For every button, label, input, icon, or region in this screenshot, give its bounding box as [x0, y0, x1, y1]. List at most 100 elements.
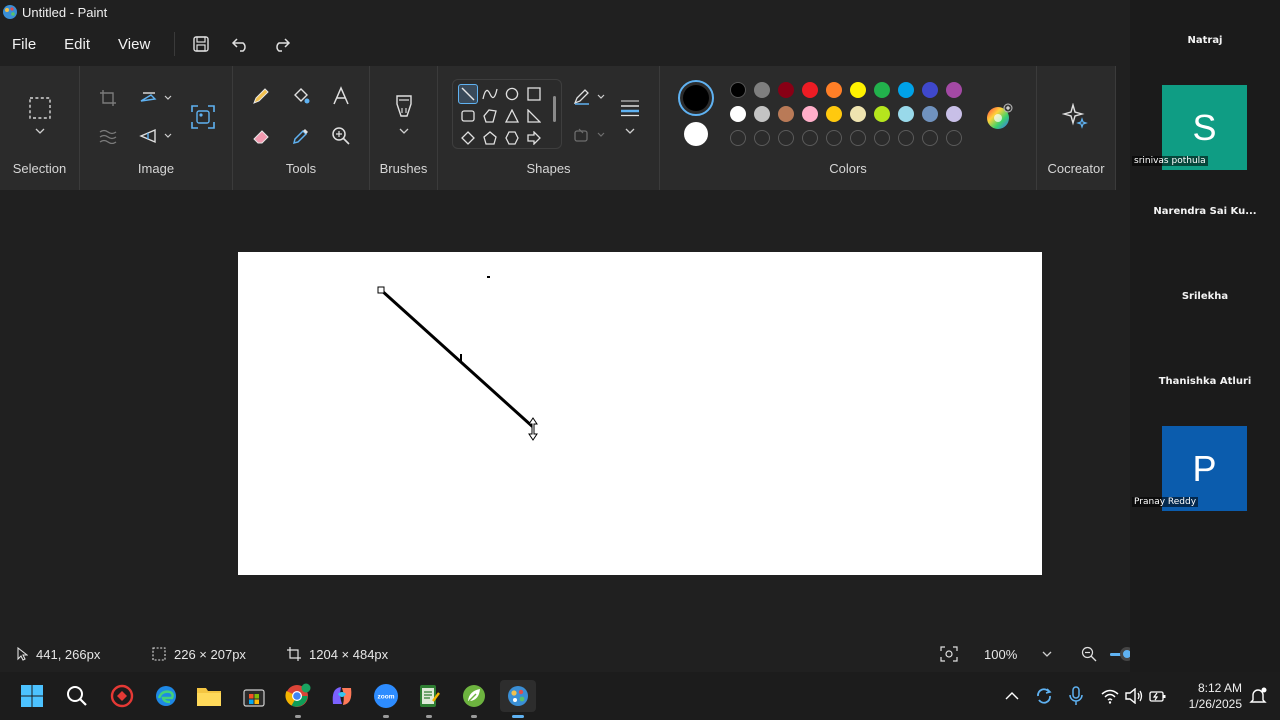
cocreator-button[interactable] — [1061, 102, 1089, 130]
brush-button[interactable] — [392, 92, 416, 122]
select-button[interactable] — [26, 94, 54, 122]
pencil-button[interactable] — [249, 84, 273, 108]
custom-color-slot[interactable] — [730, 130, 746, 146]
taskbar-app-red[interactable] — [106, 680, 138, 712]
hexagon-shape-button[interactable] — [502, 128, 522, 148]
participants-panel: Natraj S srinivas pothula Narendra Sai K… — [1130, 0, 1280, 672]
palette-swatch[interactable] — [826, 82, 842, 98]
custom-color-slot[interactable] — [922, 130, 938, 146]
palette-swatch[interactable] — [826, 106, 842, 122]
canvas-size-icon — [287, 647, 301, 661]
custom-color-slot[interactable] — [946, 130, 962, 146]
color-picker-button[interactable] — [289, 124, 313, 148]
taskbar-copilot[interactable] — [326, 680, 358, 712]
remove-background-button[interactable] — [96, 124, 120, 148]
palette-swatch[interactable] — [874, 106, 890, 122]
brush-icon — [396, 95, 412, 117]
magnifier-button[interactable] — [329, 124, 353, 148]
zoom-out-button[interactable] — [1081, 636, 1097, 672]
size-button[interactable] — [618, 96, 642, 120]
taskbar-notepad[interactable] — [413, 680, 445, 712]
palette-swatch[interactable] — [730, 106, 746, 122]
rounded-rectangle-shape-button[interactable] — [458, 106, 478, 126]
palette-swatch[interactable] — [898, 106, 914, 122]
search-button[interactable] — [61, 680, 93, 712]
show-hidden-icons-button[interactable] — [998, 680, 1026, 712]
menu-edit[interactable]: Edit — [50, 28, 104, 60]
microphone-tray-button[interactable] — [1062, 680, 1090, 712]
image-creator-button[interactable] — [188, 102, 218, 132]
menu-file[interactable]: File — [0, 28, 50, 60]
custom-color-slot[interactable] — [778, 130, 794, 146]
fill-style-button[interactable] — [572, 124, 608, 146]
secondary-color-button[interactable] — [682, 120, 710, 148]
polygon-shape-button[interactable] — [480, 106, 500, 126]
taskbar-chrome[interactable] — [282, 680, 314, 712]
chevron-down-icon[interactable] — [624, 126, 636, 136]
custom-color-slot[interactable] — [898, 130, 914, 146]
custom-color-slot[interactable] — [826, 130, 842, 146]
palette-swatch[interactable] — [754, 106, 770, 122]
triangle-shape-button[interactable] — [502, 106, 522, 126]
palette-swatch[interactable] — [874, 82, 890, 98]
curve-shape-button[interactable] — [480, 84, 500, 104]
start-button[interactable] — [16, 680, 48, 712]
palette-swatch[interactable] — [730, 82, 746, 98]
undo-button[interactable] — [221, 28, 261, 60]
palette-swatch[interactable] — [802, 106, 818, 122]
palette-swatch[interactable] — [802, 82, 818, 98]
drawn-line[interactable] — [379, 288, 535, 429]
custom-color-slot[interactable] — [754, 130, 770, 146]
work-area[interactable] — [0, 190, 1130, 636]
line-start-handle[interactable] — [377, 286, 385, 294]
custom-color-slot[interactable] — [874, 130, 890, 146]
taskbar-store[interactable] — [238, 680, 270, 712]
chevron-down-icon[interactable] — [34, 126, 46, 136]
outline-button[interactable] — [572, 86, 608, 108]
palette-swatch[interactable] — [898, 82, 914, 98]
custom-color-slot[interactable] — [802, 130, 818, 146]
text-button[interactable] — [329, 84, 353, 108]
drawing-canvas[interactable] — [238, 252, 1042, 575]
fill-button[interactable] — [289, 84, 313, 108]
taskbar-edge[interactable] — [150, 680, 182, 712]
pentagon-shape-button[interactable] — [480, 128, 500, 148]
palette-swatch[interactable] — [946, 106, 962, 122]
shapes-scrollbar[interactable] — [553, 96, 556, 122]
palette-swatch[interactable] — [850, 82, 866, 98]
arrow-shape-button[interactable] — [524, 128, 544, 148]
palette-swatch[interactable] — [754, 82, 770, 98]
save-button[interactable] — [181, 28, 221, 60]
clock[interactable]: 8:12 AM 1/26/2025 — [1178, 680, 1242, 712]
taskbar-file-explorer[interactable] — [193, 680, 225, 712]
zoom-select[interactable]: 100% — [972, 641, 1062, 667]
crop-button[interactable] — [96, 86, 120, 110]
chevron-down-icon[interactable] — [398, 126, 410, 136]
palette-swatch[interactable] — [778, 82, 794, 98]
eraser-button[interactable] — [249, 124, 273, 148]
quick-settings-button[interactable] — [1094, 680, 1174, 712]
palette-swatch[interactable] — [946, 82, 962, 98]
right-triangle-shape-button[interactable] — [524, 106, 544, 126]
notifications-button[interactable] — [1244, 680, 1272, 712]
taskbar-spring-app[interactable] — [458, 680, 490, 712]
palette-swatch[interactable] — [778, 106, 794, 122]
custom-color-slot[interactable] — [850, 130, 866, 146]
palette-swatch[interactable] — [850, 106, 866, 122]
rectangle-shape-button[interactable] — [524, 84, 544, 104]
menu-view[interactable]: View — [104, 28, 164, 60]
line-shape-button[interactable] — [458, 84, 478, 104]
rotate-button[interactable] — [136, 124, 176, 148]
taskbar-zoom[interactable]: zoom — [370, 680, 402, 712]
palette-swatch[interactable] — [922, 106, 938, 122]
redo-button[interactable] — [261, 28, 301, 60]
sync-tray-icon-button[interactable] — [1030, 680, 1058, 712]
taskbar-paint[interactable] — [500, 680, 536, 712]
palette-swatch[interactable] — [922, 82, 938, 98]
edit-colors-button[interactable] — [984, 102, 1014, 132]
fit-to-window-button[interactable] — [940, 636, 958, 672]
primary-color-button[interactable] — [678, 80, 714, 116]
diamond-shape-button[interactable] — [458, 128, 478, 148]
oval-shape-button[interactable] — [502, 84, 522, 104]
resize-button[interactable] — [136, 86, 176, 110]
